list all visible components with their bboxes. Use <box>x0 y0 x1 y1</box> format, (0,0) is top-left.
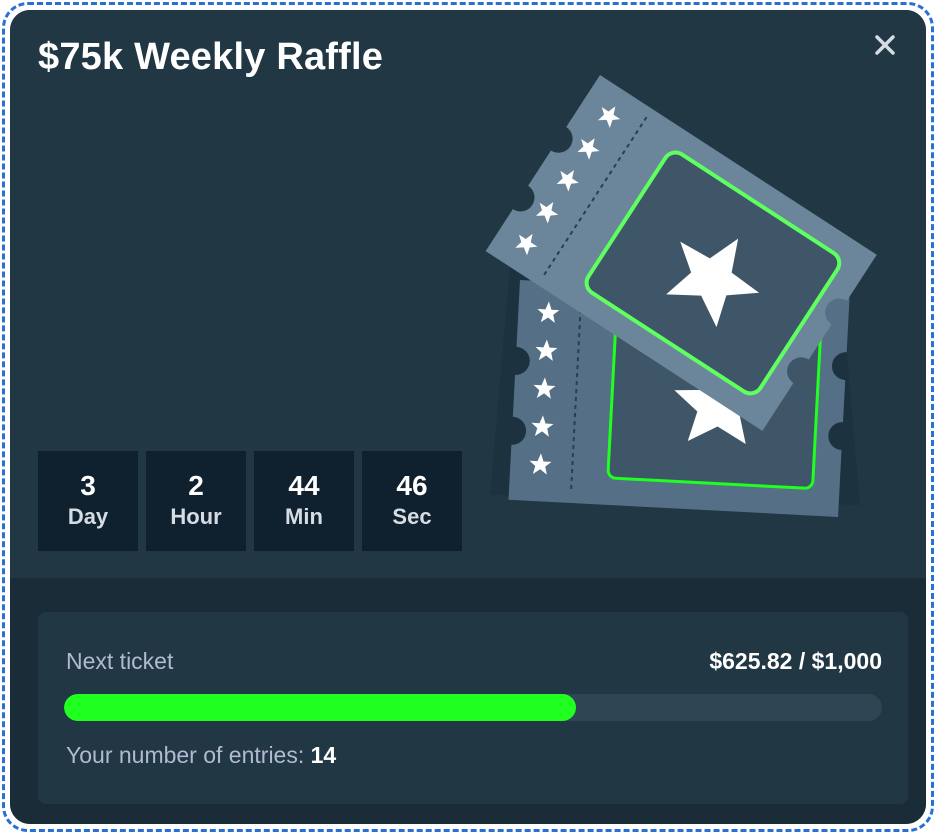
raffle-modal: $75k Weekly Raffle 3 Day 2 Hour 44 Min 4… <box>10 10 926 824</box>
countdown-value: 2 <box>188 470 204 501</box>
countdown-unit: Min <box>285 504 323 529</box>
countdown-minutes: 44 Min <box>254 451 354 551</box>
countdown-hours: 2 Hour <box>146 451 246 551</box>
modal-frame: $75k Weekly Raffle 3 Day 2 Hour 44 Min 4… <box>2 2 934 832</box>
entries-text: Your number of entries: 14 <box>66 742 336 769</box>
modal-title: $75k Weekly Raffle <box>38 36 384 78</box>
progress-bar-fill <box>64 694 576 721</box>
modal-header: $75k Weekly Raffle 3 Day 2 Hour 44 Min 4… <box>10 10 926 578</box>
raffle-tickets-icon <box>485 75 877 517</box>
entries-count: 14 <box>310 742 337 768</box>
countdown-timer: 3 Day 2 Hour 44 Min 46 Sec <box>38 451 462 551</box>
modal-footer: Next ticket $625.82 / $1,000 Your number… <box>10 578 926 824</box>
countdown-unit: Sec <box>392 504 432 529</box>
countdown-value: 3 <box>80 470 96 501</box>
countdown-value: 44 <box>288 470 320 501</box>
countdown-days: 3 Day <box>38 451 138 551</box>
progress-bar <box>64 694 882 721</box>
countdown-seconds: 46 Sec <box>362 451 462 551</box>
close-button[interactable] <box>868 28 902 62</box>
countdown-value: 46 <box>396 470 428 501</box>
next-ticket-amount: $625.82 / $1,000 <box>709 648 882 674</box>
countdown-unit: Hour <box>170 504 222 529</box>
countdown-unit: Day <box>67 504 109 529</box>
entries-label: Your number of entries: <box>66 742 305 768</box>
close-icon <box>875 35 895 55</box>
ticket-progress-card: Next ticket $625.82 / $1,000 Your number… <box>38 612 908 804</box>
next-ticket-label: Next ticket <box>66 648 174 674</box>
